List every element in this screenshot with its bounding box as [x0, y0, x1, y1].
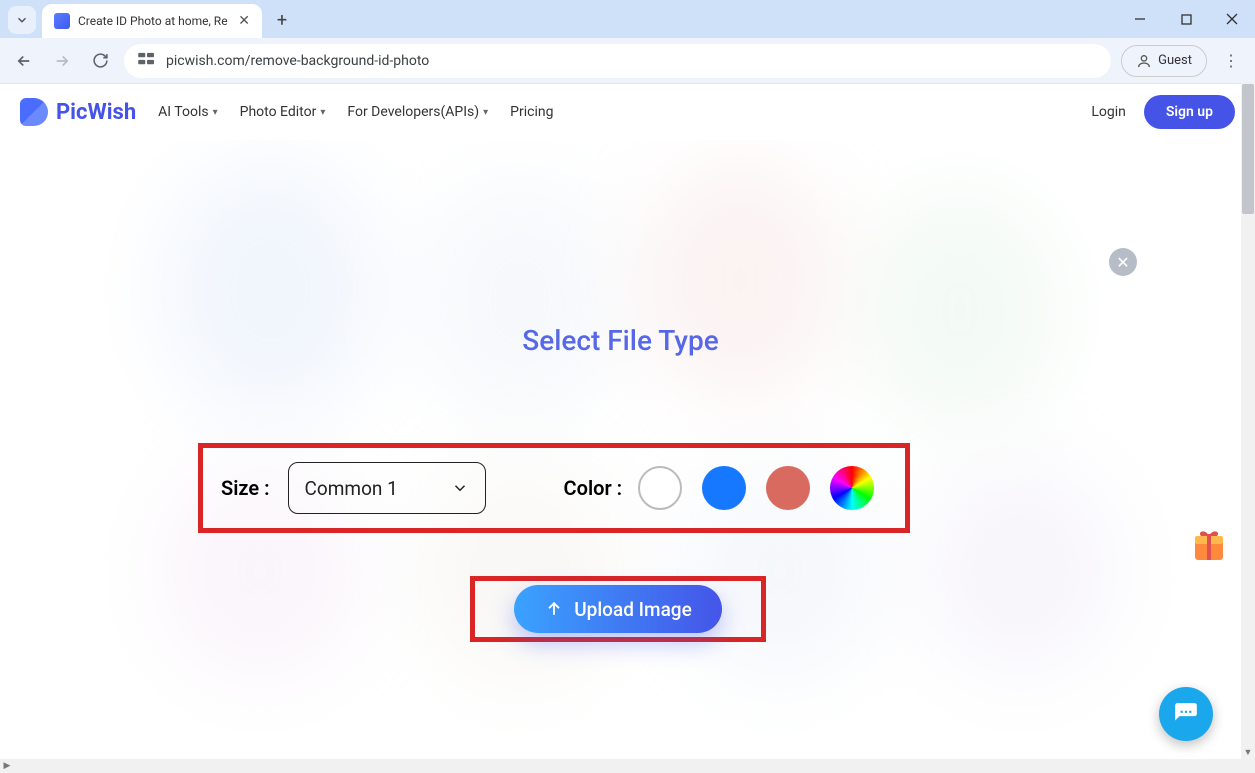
nav-developers[interactable]: For Developers(APIs)▾ [347, 104, 488, 120]
reload-button[interactable] [86, 47, 114, 75]
color-swatch-red[interactable] [766, 466, 810, 510]
scroll-down-arrow[interactable]: ▼ [1241, 745, 1255, 759]
minimize-button[interactable] [1117, 0, 1163, 38]
upload-label: Upload Image [574, 598, 692, 621]
options-row-highlight: Size : Common 1 Color : [198, 443, 910, 533]
color-label: Color : [564, 476, 623, 500]
color-swatch-custom[interactable] [830, 466, 874, 510]
site-settings-icon[interactable] [138, 52, 156, 70]
browser-toolbar: picwish.com/remove-background-id-photo G… [0, 38, 1255, 84]
chevron-down-icon [451, 479, 469, 497]
address-bar[interactable]: picwish.com/remove-background-id-photo [124, 44, 1111, 78]
window-close-button[interactable] [1209, 0, 1255, 38]
color-swatches [638, 466, 874, 510]
site-header: PicWish AI Tools▾ Photo Editor▾ For Deve… [0, 84, 1255, 140]
forward-button[interactable] [48, 47, 76, 75]
upload-highlight: Upload Image [470, 576, 766, 642]
close-icon[interactable]: ✕ [238, 13, 250, 29]
maximize-button[interactable] [1163, 0, 1209, 38]
signup-button[interactable]: Sign up [1144, 95, 1235, 129]
back-button[interactable] [10, 47, 38, 75]
scroll-right-arrow[interactable]: ▶ [0, 759, 14, 773]
color-swatch-blue[interactable] [702, 466, 746, 510]
size-select[interactable]: Common 1 [288, 462, 486, 514]
nav-pricing[interactable]: Pricing [510, 104, 553, 120]
url-text: picwish.com/remove-background-id-photo [166, 53, 429, 69]
nav-photo-editor[interactable]: Photo Editor▾ [240, 104, 326, 120]
chat-button[interactable] [1159, 687, 1213, 741]
tab-search-button[interactable] [8, 6, 36, 34]
size-label: Size : [221, 476, 270, 500]
logo[interactable]: PicWish [20, 98, 136, 126]
vertical-scrollbar[interactable]: ▲ ▼ [1241, 84, 1255, 759]
chevron-down-icon: ▾ [483, 107, 488, 118]
gift-promo-button[interactable] [1189, 524, 1229, 564]
horizontal-scrollbar[interactable]: ◀ ▶ [0, 759, 1241, 773]
login-link[interactable]: Login [1091, 104, 1126, 120]
modal-title: Select File Type [0, 324, 1241, 357]
file-type-modal: ✕ Select File Type Size : Common 1 Color… [0, 140, 1241, 759]
nav-ai-tools[interactable]: AI Tools▾ [158, 104, 217, 120]
scroll-corner [1241, 759, 1255, 773]
profile-button[interactable]: Guest [1121, 45, 1207, 77]
upload-icon [544, 599, 564, 619]
new-tab-button[interactable]: + [268, 6, 296, 34]
size-select-value: Common 1 [305, 477, 398, 500]
tab-title: Create ID Photo at home, Re [78, 14, 230, 28]
tab-favicon [54, 13, 70, 29]
logo-text: PicWish [56, 100, 136, 125]
upload-image-button[interactable]: Upload Image [514, 585, 722, 633]
color-swatch-white[interactable] [638, 466, 682, 510]
logo-icon [20, 98, 48, 126]
browser-menu-button[interactable]: ⋮ [1217, 51, 1245, 70]
chevron-down-icon: ▾ [320, 107, 325, 118]
browser-tab-strip: Create ID Photo at home, Re ✕ + [0, 0, 1255, 38]
chat-icon [1173, 701, 1199, 727]
profile-label: Guest [1158, 53, 1192, 68]
modal-close-button[interactable]: ✕ [1109, 248, 1137, 276]
scroll-thumb[interactable] [1242, 84, 1254, 214]
chevron-down-icon: ▾ [213, 107, 218, 118]
page-viewport: PicWish AI Tools▾ Photo Editor▾ For Deve… [0, 84, 1255, 773]
window-controls [1117, 0, 1255, 38]
browser-tab[interactable]: Create ID Photo at home, Re ✕ [42, 4, 262, 38]
